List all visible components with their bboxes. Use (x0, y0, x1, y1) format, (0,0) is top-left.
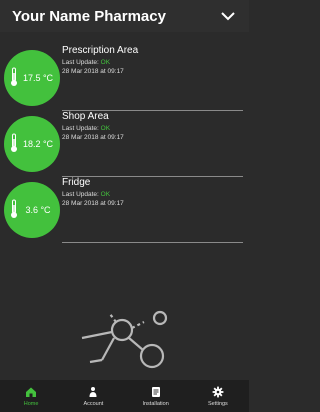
location-name: Prescription Area (62, 45, 139, 56)
divider (62, 242, 243, 243)
temperature-value: 17.5 °C (22, 73, 54, 83)
update-date: 28 Mar 2018 at 09:17 (62, 200, 124, 207)
tab-bar: Home Account Installation Settings (0, 380, 249, 412)
tab-label: Account (83, 401, 104, 407)
location-name: Shop Area (62, 111, 109, 122)
temperature-badge: 3.6 °C (4, 182, 60, 238)
person-icon (86, 385, 100, 399)
thermometer-icon (11, 67, 17, 86)
status-ok: OK (100, 59, 111, 66)
location-row-prescription[interactable]: 17.5 °C Prescription Area Last Update: O… (0, 44, 249, 111)
location-row-shop[interactable]: 18.2 °C Shop Area Last Update: OK 28 Mar… (0, 110, 249, 177)
brand-logo (81, 310, 168, 369)
update-date: 28 Mar 2018 at 09:17 (62, 68, 124, 75)
update-label: Last Update: (62, 191, 99, 198)
tab-installation[interactable]: Installation (125, 380, 187, 412)
temperature-value: 3.6 °C (25, 205, 51, 215)
app-title: Your Name Pharmacy (12, 7, 166, 25)
location-row-fridge[interactable]: 3.6 °C Fridge Last Update: OK 28 Mar 201… (0, 176, 249, 243)
temperature-badge: 18.2 °C (4, 116, 60, 172)
thermometer-icon (11, 133, 17, 152)
document-icon (149, 385, 163, 399)
temperature-value: 18.2 °C (22, 139, 54, 149)
thermometer-icon (11, 199, 17, 218)
tab-home[interactable]: Home (0, 380, 62, 412)
home-icon (24, 385, 38, 399)
tab-label: Settings (207, 401, 228, 407)
tab-settings[interactable]: Settings (187, 380, 249, 412)
gear-icon (211, 385, 225, 399)
update-date: 28 Mar 2018 at 09:17 (62, 134, 124, 141)
location-name: Fridge (62, 177, 91, 188)
update-label: Last Update: (62, 59, 99, 66)
temperature-badge: 17.5 °C (4, 50, 60, 106)
update-label: Last Update: (62, 125, 99, 132)
tab-account[interactable]: Account (62, 380, 124, 412)
chevron-down-icon[interactable] (219, 7, 237, 25)
status-ok: OK (100, 191, 111, 198)
location-list: 17.5 °C Prescription Area Last Update: O… (0, 44, 249, 243)
tab-label: Home (23, 401, 39, 407)
app-header: Your Name Pharmacy (0, 0, 249, 32)
status-ok: OK (100, 125, 111, 132)
tab-label: Installation (142, 401, 169, 407)
